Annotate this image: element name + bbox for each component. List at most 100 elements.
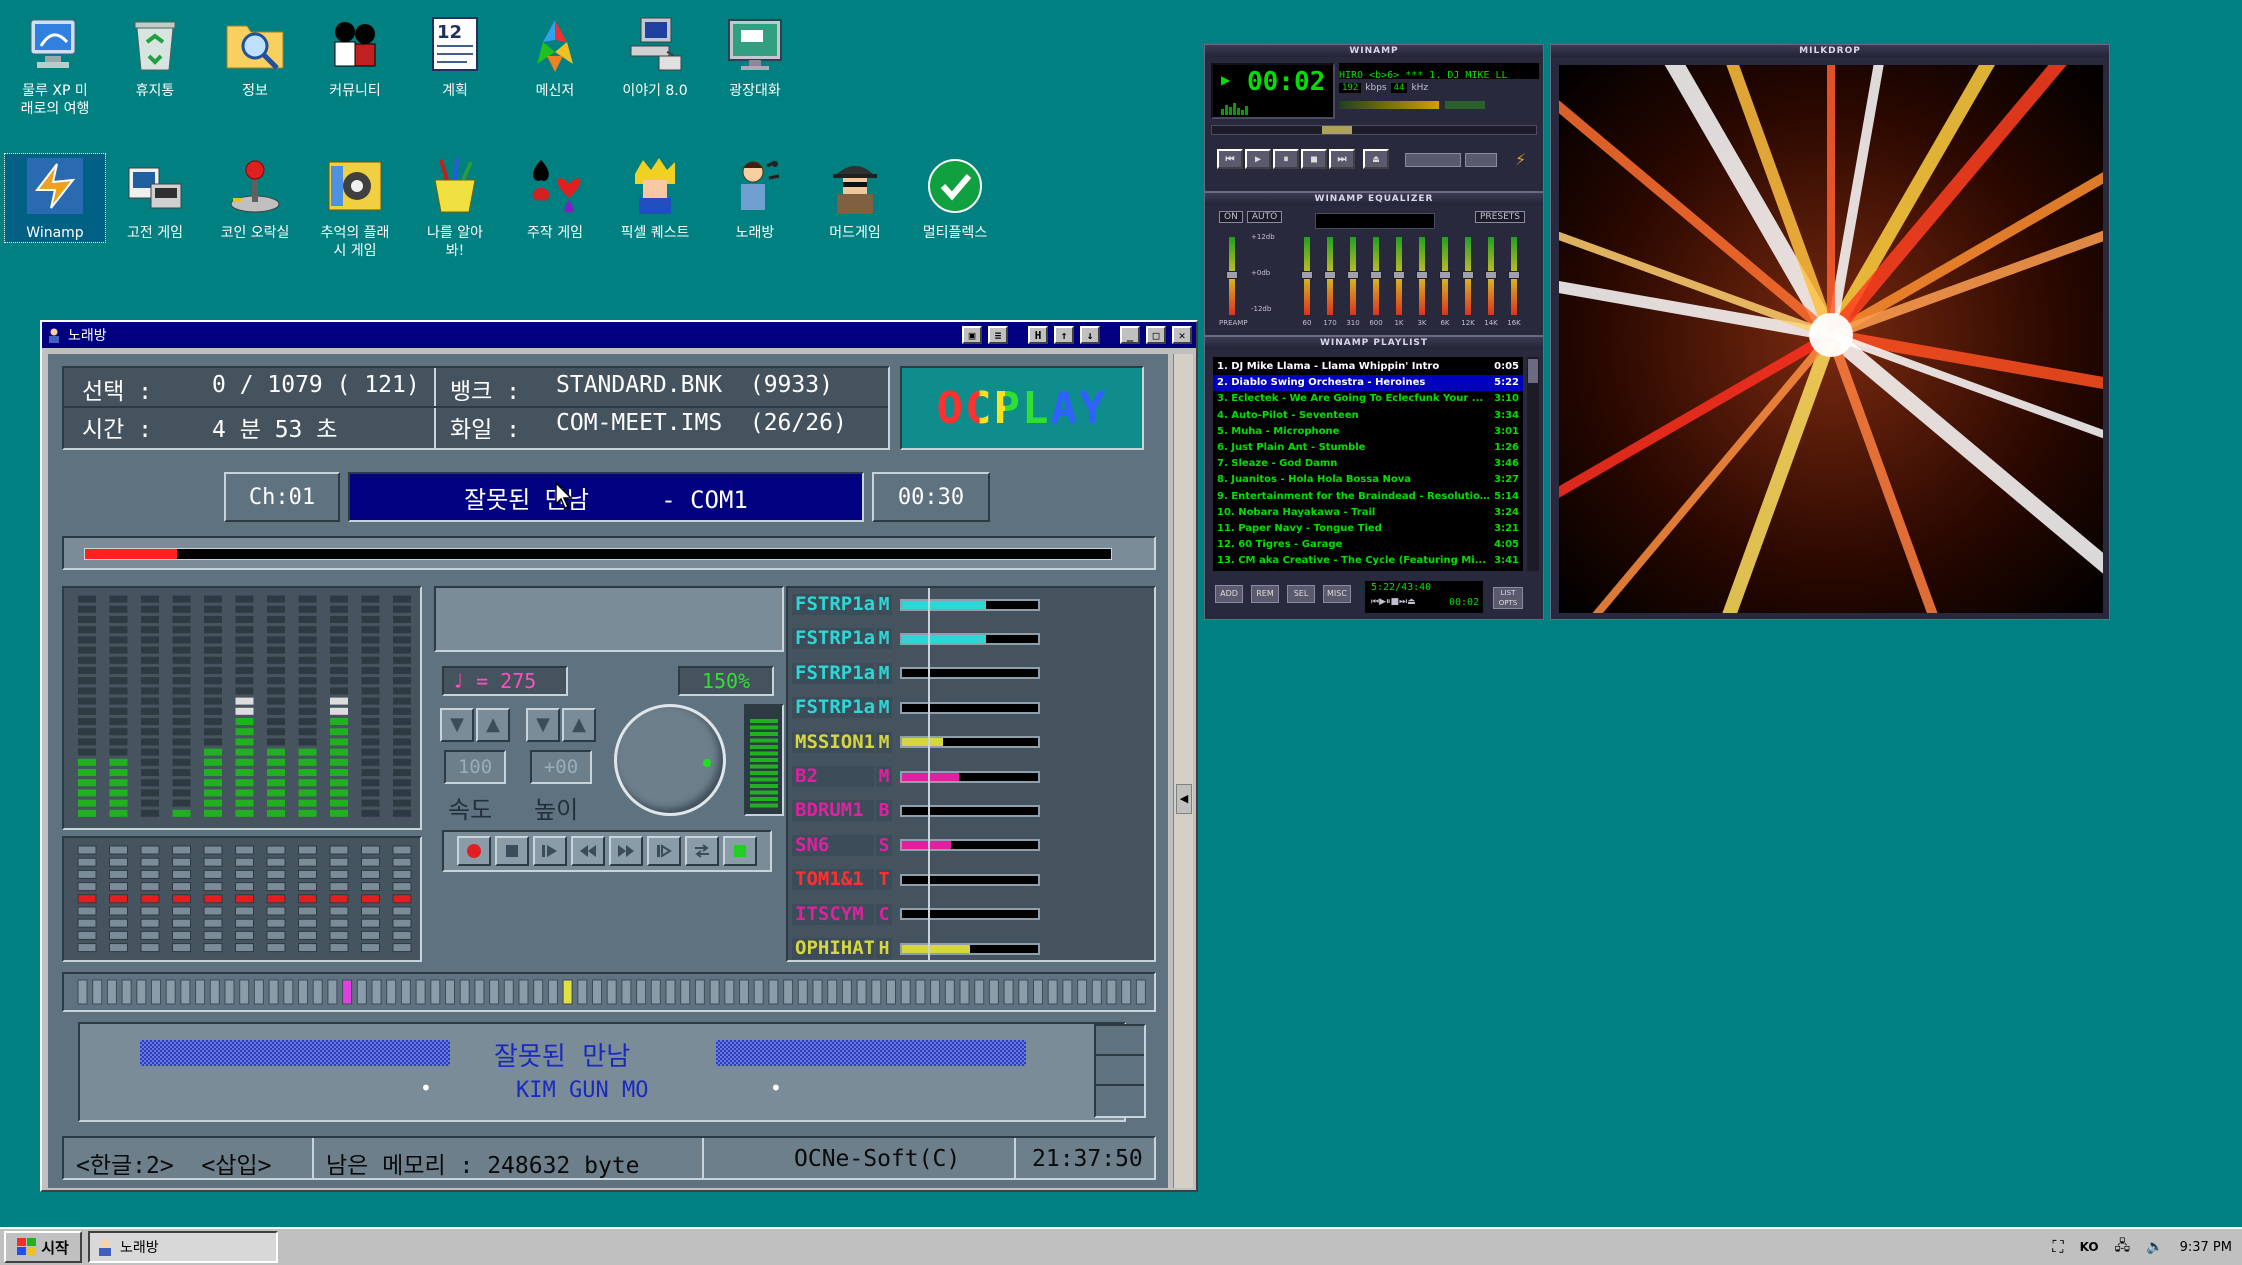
desktop-icon-pixel-hero[interactable]: 픽셀 퀘스트: [605, 154, 705, 242]
maximize-button[interactable]: □: [1146, 326, 1166, 344]
playlist-item[interactable]: 11. Paper Navy - Tongue Tied 3:21: [1213, 521, 1523, 537]
winamp-shuffle-button[interactable]: [1405, 153, 1461, 167]
minimize-button[interactable]: _: [1120, 326, 1140, 344]
desktop-icon-green-check[interactable]: 멀티플렉스: [905, 154, 1005, 242]
fullscreen-icon[interactable]: ⛶: [2052, 1237, 2063, 1257]
desktop-icon-joystick[interactable]: 코인 오락실: [205, 154, 305, 242]
channel-row[interactable]: OPHIHAT1H: [792, 938, 1040, 959]
lyrics-scroll-box[interactable]: [1094, 1024, 1146, 1118]
channel-row[interactable]: BDRUM1 B: [792, 800, 1040, 822]
eq-slider[interactable]: [1301, 237, 1313, 315]
mode-button[interactable]: [723, 836, 757, 866]
playlist-misc-button[interactable]: MISC: [1323, 585, 1351, 603]
winamp-next-button[interactable]: ⏭: [1329, 149, 1355, 169]
eq-slider-knob[interactable]: [1301, 271, 1313, 279]
eq-slider-knob[interactable]: [1324, 271, 1336, 279]
playlist-item[interactable]: 1. DJ Mike Llama - Llama Whippin' Intro 0…: [1213, 359, 1523, 375]
playlist-item[interactable]: 8. Juanitos - Hola Hola Bossa Nova 3:27: [1213, 472, 1523, 488]
close-button[interactable]: ✕: [1172, 326, 1192, 344]
playlist-item[interactable]: 12. 60 Tigres - Garage 4:05: [1213, 537, 1523, 553]
playlist-item[interactable]: 3. Eclectek - We Are Going To Eclecfunk …: [1213, 391, 1523, 407]
desktop-icon-xp-computer[interactable]: 물루 XP 미 래로의 여행: [5, 12, 105, 118]
eq-slider-knob[interactable]: [1416, 271, 1428, 279]
eq-slider-knob[interactable]: [1439, 271, 1451, 279]
eq-slider[interactable]: [1347, 237, 1359, 315]
skin-icon[interactable]: ▣: [962, 326, 982, 344]
winamp-stop-button[interactable]: ■: [1301, 149, 1327, 169]
record-button[interactable]: [457, 836, 491, 866]
eq-slider[interactable]: [1393, 237, 1405, 315]
speed-down-button[interactable]: ▼: [440, 708, 474, 742]
eq-slider-knob[interactable]: [1393, 271, 1405, 279]
playlist-rem-button[interactable]: REM: [1251, 585, 1279, 603]
desktop-icon-folder-search[interactable]: 정보: [205, 12, 305, 100]
eq-slider[interactable]: [1439, 237, 1451, 315]
channel-row[interactable]: ITSCYM C: [792, 903, 1040, 925]
eq-slider[interactable]: [1508, 237, 1520, 315]
desktop-icon-flash-game[interactable]: 추억의 플래 시 게임: [305, 154, 405, 260]
song-progress[interactable]: [62, 536, 1156, 570]
network-icon[interactable]: 🖧: [2115, 1235, 2131, 1259]
playlist-scrollbar[interactable]: [1527, 357, 1539, 571]
list-icon[interactable]: ≡: [988, 326, 1008, 344]
desktop-icon-karaoke-singer[interactable]: 노래방: [705, 154, 805, 242]
eq-slider[interactable]: [1485, 237, 1497, 315]
playlist-item[interactable]: 13. CM aka Creative - The Cycle (Featuri…: [1213, 553, 1523, 569]
eq-titlebar[interactable]: WINAMP EQUALIZER: [1205, 193, 1543, 205]
winamp-titlebar[interactable]: WINAMP: [1205, 45, 1543, 57]
down-icon[interactable]: ↓: [1080, 326, 1100, 344]
karaoke-titlebar[interactable]: 노래방 ▣ ≡ H ↑ ↓ _ □ ✕: [42, 322, 1196, 348]
eq-slider[interactable]: [1324, 237, 1336, 315]
playlist-item[interactable]: 9. Entertainment for the Braindead - Res…: [1213, 489, 1523, 505]
karaoke-scrollbar[interactable]: ◀: [1173, 354, 1193, 1188]
milkdrop-titlebar[interactable]: MILKDROP: [1551, 45, 2109, 57]
rewind-button[interactable]: [571, 836, 605, 866]
eq-slider[interactable]: [1370, 237, 1382, 315]
fast-forward-button[interactable]: [609, 836, 643, 866]
volume-knob[interactable]: [614, 704, 726, 816]
channel-row[interactable]: FSTRP1a M: [792, 628, 1040, 650]
eq-slider-knob[interactable]: [1370, 271, 1382, 279]
winamp-balance-slider[interactable]: [1445, 101, 1485, 109]
playlist-item[interactable]: 6. Just Plain Ant - Stumble 1:26: [1213, 440, 1523, 456]
playlist-mini-controls-icon[interactable]: ⏮▶⏸■⏭⏏: [1371, 597, 1416, 607]
channel-row[interactable]: FSTRP1a M: [792, 662, 1040, 684]
winamp-play-button[interactable]: ▶: [1245, 149, 1271, 169]
channel-row[interactable]: FSTRP1a M: [792, 594, 1040, 615]
playlist-item[interactable]: 7. Sleaze - God Damn 3:46: [1213, 456, 1523, 472]
desktop-icon-card-suits[interactable]: 주작 게임: [505, 154, 605, 242]
step-button[interactable]: [647, 836, 681, 866]
channel-row[interactable]: B2 M: [792, 766, 1040, 787]
eq-slider-knob[interactable]: [1462, 271, 1474, 279]
playlist-item[interactable]: 10. Nobara Hayakawa - Trail 3:24: [1213, 505, 1523, 521]
winamp-prev-button[interactable]: ⏮: [1217, 149, 1243, 169]
eq-on-button[interactable]: ON: [1219, 211, 1243, 223]
desktop-icon-iyagi-computer[interactable]: 이야기 8.0: [605, 12, 705, 100]
eq-slider-knob[interactable]: [1226, 271, 1238, 279]
play-button[interactable]: [533, 836, 567, 866]
eq-slider-knob[interactable]: [1485, 271, 1497, 279]
volume-icon[interactable]: 🔈: [2146, 1239, 2163, 1255]
winamp-eject-button[interactable]: ⏏: [1363, 149, 1389, 169]
eq-slider[interactable]: [1462, 237, 1474, 315]
eq-presets-button[interactable]: PRESETS: [1475, 211, 1525, 223]
eq-slider[interactable]: [1416, 237, 1428, 315]
playlist-item[interactable]: 2. Diablo Swing Orchestra - Heroines 5:22: [1213, 375, 1523, 392]
taskbar-item-karaoke[interactable]: 노래방: [88, 1231, 278, 1263]
speed-up-button[interactable]: ▲: [476, 708, 510, 742]
winamp-seek-bar[interactable]: [1211, 125, 1537, 135]
desktop-icon-paint-cup[interactable]: 나를 알아 봐!: [405, 154, 505, 260]
channel-row[interactable]: TOM1&1 T: [792, 869, 1040, 891]
pitch-down-button[interactable]: ▼: [526, 708, 560, 742]
collapse-arrow-icon[interactable]: ◀: [1176, 784, 1192, 814]
desktop-icon-messenger[interactable]: 메신저: [505, 12, 605, 100]
playlist-sel-button[interactable]: SEL: [1287, 585, 1315, 603]
home-icon[interactable]: H: [1028, 326, 1048, 344]
channel-row[interactable]: FSTRP1a M: [792, 697, 1040, 719]
channel-row[interactable]: SN6 S: [792, 834, 1040, 856]
eq-slider-knob[interactable]: [1508, 271, 1520, 279]
channel-row[interactable]: MSSION1 M: [792, 731, 1040, 753]
desktop-icon-classic-game[interactable]: 고전 게임: [105, 154, 205, 242]
pitch-up-button[interactable]: ▲: [562, 708, 596, 742]
eq-slider-knob[interactable]: [1347, 271, 1359, 279]
